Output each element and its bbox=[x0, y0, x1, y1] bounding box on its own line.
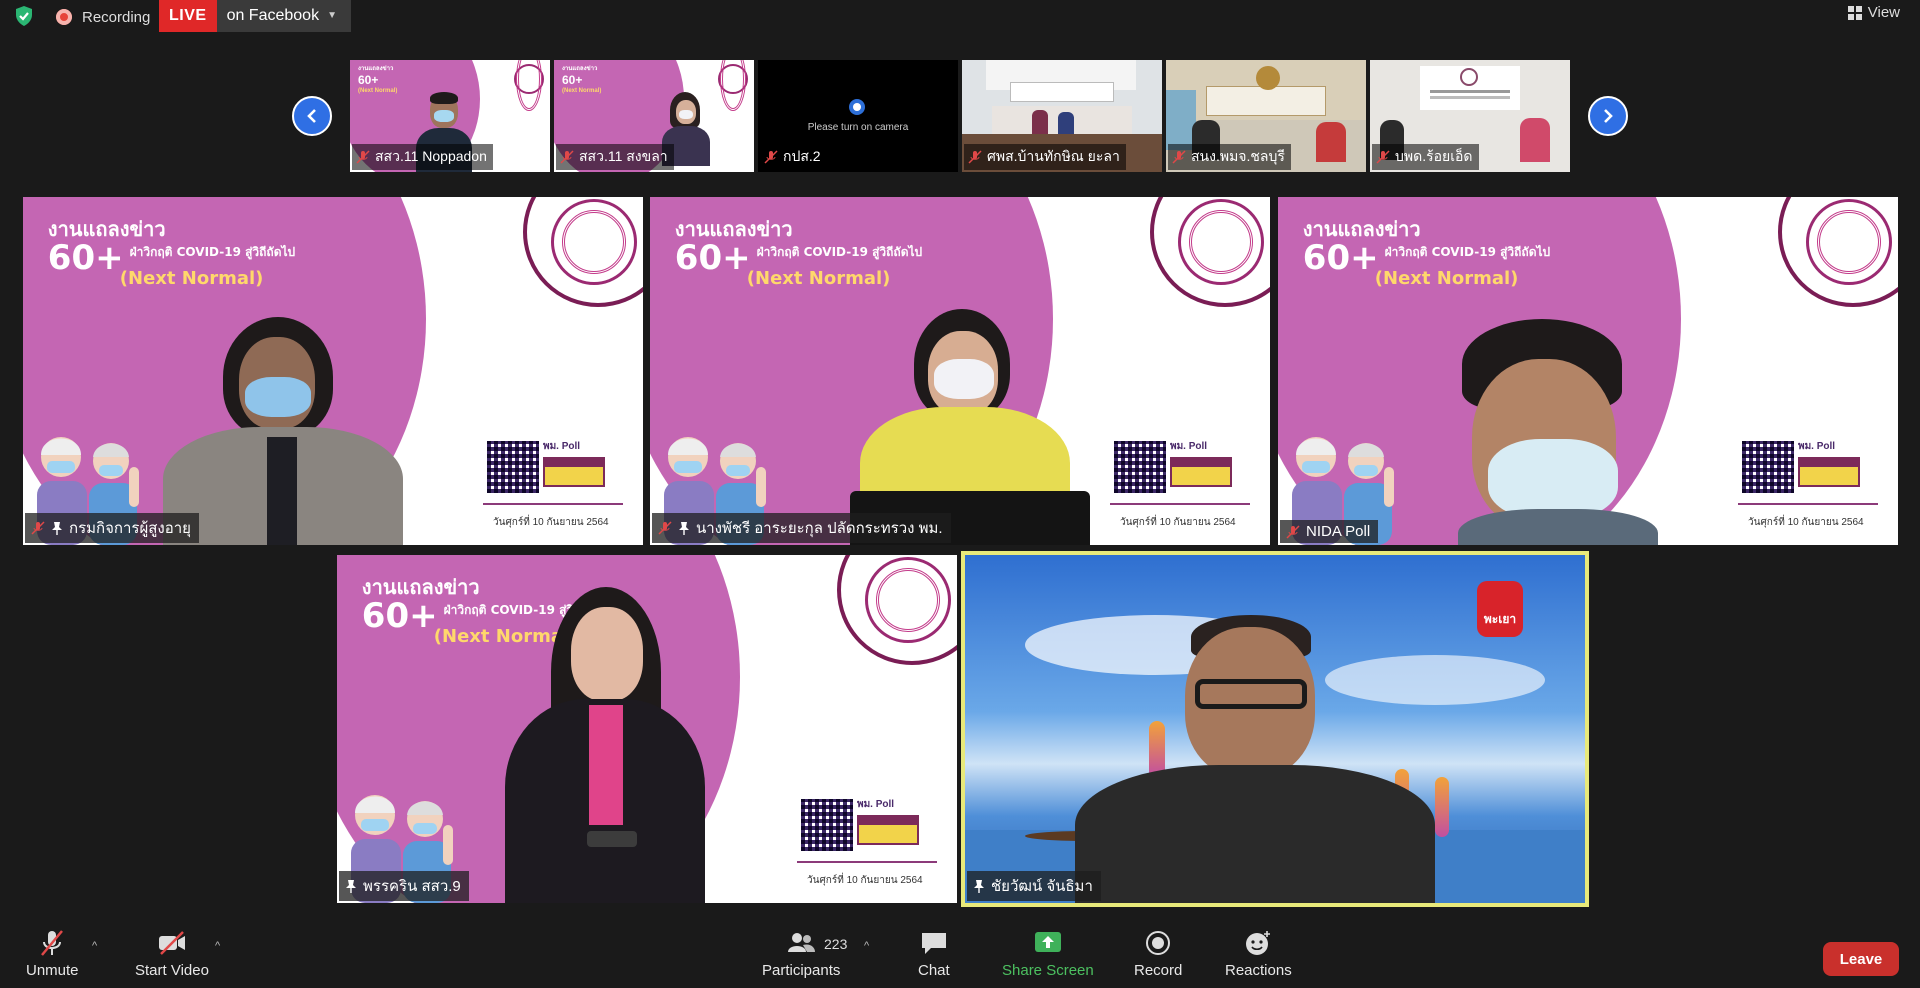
filmstrip-thumb-1[interactable]: งานแถลงข่าว 60+ (Next Normal) สสว.11 Nop… bbox=[350, 60, 550, 172]
mic-muted-icon bbox=[560, 150, 574, 164]
filmstrip-thumb-5[interactable]: สนง.พมจ.ชลบุรี bbox=[1166, 60, 1366, 172]
glasses bbox=[1195, 679, 1307, 709]
video-tile-2[interactable]: งานแถลงข่าว 60+ ฝ่าวิกฤติ COVID-19 สู่วิถ… bbox=[650, 197, 1270, 545]
recording-dot-icon bbox=[56, 9, 72, 25]
reactions-smiley-icon bbox=[1246, 931, 1271, 955]
live-target-label: on Facebook bbox=[226, 7, 320, 24]
recording-indicator[interactable]: Recording bbox=[56, 6, 150, 28]
participants-options-caret-icon[interactable]: ^ bbox=[864, 940, 869, 952]
seal-logo bbox=[1806, 199, 1892, 285]
filmstrip-thumb-4[interactable]: ศพส.บ้านทักษิณ ยะลา bbox=[962, 60, 1162, 172]
unmute-button[interactable]: Unmute bbox=[26, 930, 79, 979]
camera-off-text: Please turn on camera bbox=[807, 122, 909, 133]
room-banner bbox=[1206, 86, 1326, 116]
mic-muted-icon bbox=[1172, 150, 1186, 164]
video-tile-1[interactable]: งานแถลงข่าว 60+ ฝ่าวิกฤติ COVID-19 สู่วิถ… bbox=[23, 197, 643, 545]
seal-logo bbox=[514, 64, 544, 94]
seal-logo bbox=[1178, 199, 1264, 285]
nida-poll-logo bbox=[1798, 457, 1860, 487]
nida-poll-logo bbox=[543, 457, 605, 487]
mic-muted-icon bbox=[968, 150, 982, 164]
mic-muted-icon bbox=[1286, 524, 1300, 539]
mic-muted-icon bbox=[356, 150, 370, 164]
record-button[interactable]: Record bbox=[1134, 930, 1182, 979]
live-stream-indicator[interactable]: LIVE on Facebook ▼ bbox=[159, 0, 351, 32]
thumb-name-label: บพด.ร้อยเอ็ด bbox=[1372, 144, 1479, 170]
record-icon bbox=[1146, 931, 1171, 955]
participants-icon bbox=[788, 933, 816, 952]
thumb-name-label: ศพส.บ้านทักษิณ ยะลา bbox=[964, 144, 1126, 170]
filmstrip-thumb-6[interactable]: บพด.ร้อยเอ็ด bbox=[1370, 60, 1570, 172]
pin-icon bbox=[679, 522, 689, 535]
seal-logo bbox=[551, 199, 637, 285]
filmstrip-prev-button[interactable] bbox=[292, 96, 332, 136]
video-options-caret-icon[interactable]: ^ bbox=[215, 940, 220, 952]
video-tile-3[interactable]: งานแถลงข่าว 60+ ฝ่าวิกฤติ COVID-19 สู่วิถ… bbox=[1278, 197, 1898, 545]
leave-button[interactable]: Leave bbox=[1823, 942, 1899, 976]
camera-off-app-icon bbox=[849, 99, 865, 115]
video-tile-4[interactable]: งานแถลงข่าว 60+ ฝ่าวิกฤติ COVID-19 สู่วิถ… bbox=[337, 555, 957, 903]
video-off-icon bbox=[158, 931, 185, 955]
filmstrip-thumb-3[interactable]: Please turn on camera กปส.2 bbox=[758, 60, 958, 172]
live-badge: LIVE bbox=[159, 0, 217, 32]
qr-code bbox=[1114, 441, 1166, 493]
thumb-name-label: สนง.พมจ.ชลบุรี bbox=[1168, 144, 1291, 170]
reactions-button[interactable]: Reactions bbox=[1225, 930, 1292, 979]
mic-muted-icon bbox=[31, 521, 45, 535]
mic-muted-icon bbox=[41, 930, 64, 956]
tv-channel-logo: พะเยา bbox=[1477, 581, 1523, 637]
mic-muted-icon bbox=[764, 150, 778, 164]
banner-title: งานแถลงข่าว 60+ ฝ่าวิกฤติ COVID-19 สู่วิถ… bbox=[1302, 216, 1551, 290]
chat-button[interactable]: Chat bbox=[918, 930, 950, 979]
thumb-name-label: กปส.2 bbox=[760, 144, 827, 170]
live-target-dropdown[interactable]: on Facebook ▼ bbox=[216, 0, 351, 32]
tile-name-label: NIDA Poll bbox=[1280, 520, 1379, 543]
meeting-toolbar: Unmute ^ Start Video ^ Participants 223 … bbox=[0, 930, 1920, 988]
thumb-name-label: สสว.11 Noppadon bbox=[352, 144, 493, 170]
pin-icon bbox=[52, 522, 62, 535]
chevron-right-icon bbox=[1604, 109, 1613, 123]
banner-title: งานแถลงข่าว 60+ ฝ่าวิกฤติ COVID-19 สู่วิถ… bbox=[47, 216, 296, 290]
zoom-meeting-window: Recording LIVE on Facebook ▼ View งานแถล… bbox=[0, 0, 1920, 988]
thumb-name-label: สสว.11 สงขลา bbox=[556, 144, 674, 170]
banner-title: งานแถลงข่าว 60+ ฝ่าวิกฤติ COVID-19 สู่วิถ… bbox=[674, 216, 923, 290]
chat-bubble-icon bbox=[921, 933, 946, 954]
tile-name-label: พรรคริน สสว.9 bbox=[339, 871, 469, 901]
thumb-banner-text: งานแถลงข่าว 60+ (Next Normal) bbox=[358, 66, 398, 94]
room-banner bbox=[1010, 82, 1114, 102]
tile-name-label: นางพัชรี อาระยะกุล ปลัดกระทรวง พม. bbox=[652, 513, 951, 543]
share-screen-icon bbox=[1034, 932, 1061, 952]
grid-view-icon bbox=[1847, 5, 1862, 20]
top-bar: Recording LIVE on Facebook ▼ View bbox=[0, 0, 1920, 34]
participants-count: 223 bbox=[824, 936, 848, 952]
video-tile-5-active-speaker[interactable]: พะเยา ชัยวัฒน์ จันธิมา bbox=[961, 551, 1589, 907]
recording-label: Recording bbox=[82, 8, 151, 26]
caret-down-icon: ▼ bbox=[327, 10, 337, 21]
view-label: View bbox=[1867, 4, 1900, 21]
mic-muted-icon bbox=[1376, 150, 1390, 164]
chevron-left-icon bbox=[307, 109, 316, 123]
seal-logo bbox=[718, 64, 748, 94]
thumb-banner-text: งานแถลงข่าว 60+ (Next Normal) bbox=[562, 66, 602, 94]
qr-code bbox=[487, 441, 539, 493]
tile-name-label: ชัยวัฒน์ จันธิมา bbox=[967, 871, 1101, 901]
pin-icon bbox=[346, 880, 356, 893]
filmstrip-next-button[interactable] bbox=[1588, 96, 1628, 136]
audio-options-caret-icon[interactable]: ^ bbox=[92, 940, 97, 952]
seal-logo bbox=[865, 557, 951, 643]
pin-icon bbox=[974, 880, 984, 893]
encryption-shield-icon[interactable] bbox=[14, 5, 34, 27]
qr-code bbox=[1742, 441, 1794, 493]
view-button[interactable]: View bbox=[1847, 4, 1900, 21]
share-screen-button[interactable]: Share Screen bbox=[1002, 930, 1094, 979]
nida-poll-logo bbox=[857, 815, 919, 845]
tile-name-label: กรมกิจการผู้สูงอายุ bbox=[25, 513, 199, 543]
start-video-button[interactable]: Start Video bbox=[135, 930, 209, 979]
nida-poll-logo bbox=[1170, 457, 1232, 487]
filmstrip-thumb-2[interactable]: งานแถลงข่าว 60+ (Next Normal) สสว.11 สงข… bbox=[554, 60, 754, 172]
qr-code bbox=[801, 799, 853, 851]
mic-muted-icon bbox=[658, 521, 672, 535]
